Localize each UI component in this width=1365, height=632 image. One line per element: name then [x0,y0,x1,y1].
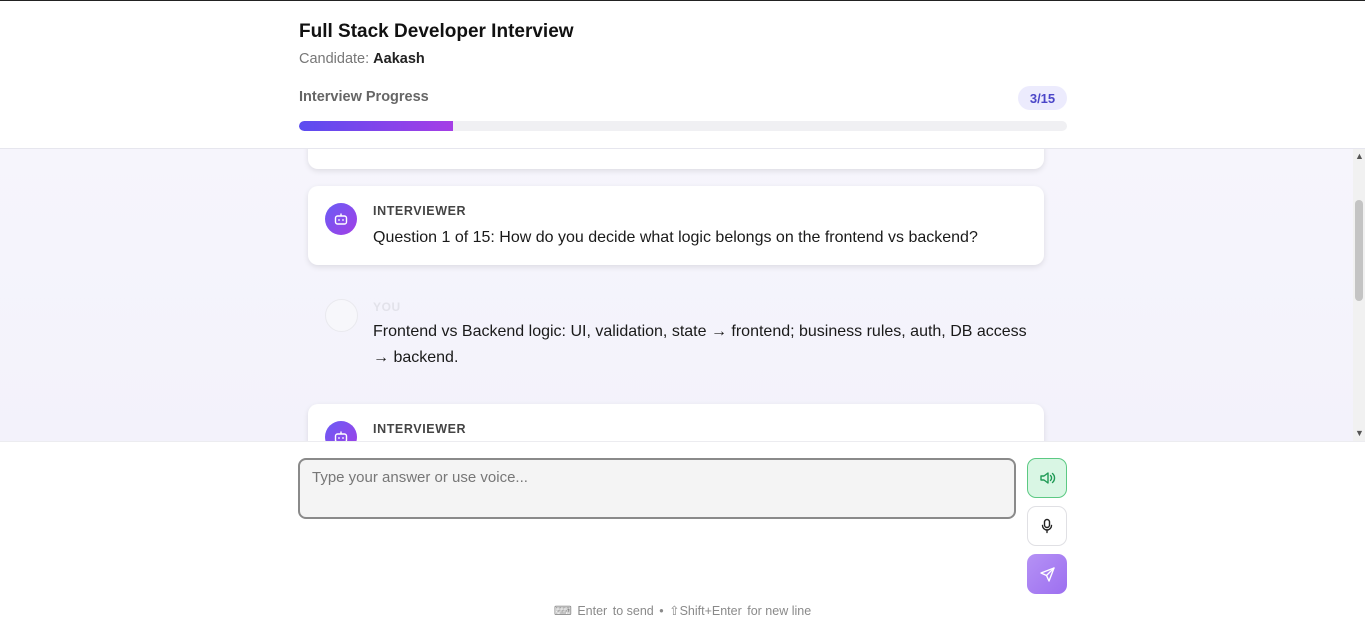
progress-bar [299,121,1067,131]
speaker-toggle-button[interactable] [1027,458,1067,498]
answer-input[interactable] [298,458,1016,519]
candidate-info: Candidate: Aakash [299,51,425,67]
chat-scrollbar[interactable]: ▲ ▼ [1353,148,1365,441]
answer-composer: ⌨ Enter to send • ⇧Shift+Enter for new l… [0,441,1365,632]
scroll-up-arrow-icon[interactable]: ▲ [1355,152,1364,161]
previous-message-card [308,148,1044,169]
scrollbar-thumb[interactable] [1355,200,1363,301]
chat-transcript[interactable]: INTERVIEWER Question 1 of 15: How do you… [0,148,1353,441]
message-role: YOU [373,300,401,314]
message-text: Question 1 of 15: How do you decide what… [373,229,978,246]
send-icon [1039,566,1055,582]
enter-action-label: to send [612,604,654,618]
shift-enter-label: ⇧Shift+Enter [669,604,742,618]
progress-bar-fill [299,121,453,131]
progress-badge: 3/15 [1018,86,1067,110]
hint-separator: • [659,604,664,618]
bot-avatar [325,203,357,235]
page-title: Full Stack Developer Interview [299,21,574,42]
candidate-name: Aakash [373,51,425,67]
interview-header: Full Stack Developer Interview Candidate… [0,1,1365,149]
shift-enter-action-label: for new line [747,604,812,618]
candidate-label: Candidate: [299,51,370,67]
interviewer-message-card: INTERVIEWER Question 1 of 15: How do you… [308,186,1044,265]
progress-label: Interview Progress [299,89,429,105]
microphone-button[interactable] [1027,506,1067,546]
speaker-icon [1040,472,1056,484]
message-text: Frontend vs Backend logic: UI, validatio… [373,323,1027,366]
keyboard-hint: ⌨ Enter to send • ⇧Shift+Enter for new l… [0,603,1365,618]
keyboard-icon: ⌨ [553,604,572,618]
message-role: INTERVIEWER [373,204,467,218]
scroll-down-arrow-icon[interactable]: ▼ [1355,429,1364,438]
robot-icon [334,213,348,225]
interviewer-message-card: INTERVIEWER [308,404,1044,441]
send-button[interactable] [1027,554,1067,594]
user-avatar [325,299,358,332]
enter-key-label: Enter [577,604,608,618]
bot-avatar [325,421,357,441]
robot-icon [334,431,348,441]
message-role: INTERVIEWER [373,422,467,436]
microphone-icon [1041,518,1053,534]
